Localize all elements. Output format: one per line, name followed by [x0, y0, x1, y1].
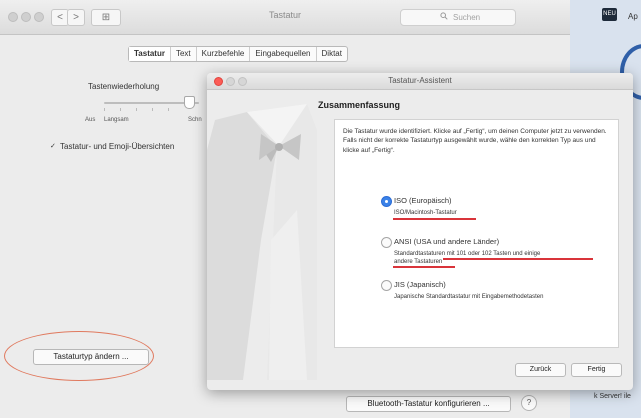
search-icon [440, 10, 448, 25]
annotation-underline [393, 218, 476, 220]
slider-tick [120, 108, 121, 111]
search-input[interactable]: Suchen [400, 9, 516, 26]
slider-label-off: Aus [85, 117, 96, 123]
emoji-checkbox-label: Tastatur- und Emoji-Übersichten [60, 142, 175, 151]
key-repeat-slider-knob[interactable] [184, 96, 195, 109]
background-badge: NEU [602, 8, 617, 21]
slider-tick [168, 108, 169, 111]
radio-jis[interactable] [381, 280, 392, 291]
search-placeholder: Suchen [453, 13, 481, 22]
summary-heading: Zusammenfassung [318, 100, 401, 110]
intro-text: Die Tastatur wurde identifiziert. Klicke… [343, 128, 607, 154]
tab-kurzbefehle[interactable]: Kurzbefehle [197, 47, 251, 61]
tab-tastatur[interactable]: Tastatur [129, 47, 171, 61]
slider-label-fast: Schn [188, 117, 202, 123]
tab-text[interactable]: Text [171, 47, 197, 61]
slider-label-slow: Langsam [104, 117, 129, 123]
option-iso-desc: ISO/Macintosh-Tastatur [394, 210, 457, 216]
option-ansi-desc: Standardtastaturen mit 101 oder 102 Tast… [394, 251, 541, 257]
assistant-titlebar: Tastatur-Assistent [207, 73, 633, 90]
annotation-circle [4, 331, 154, 381]
annotation-underline [393, 266, 455, 268]
tab-eingabequellen[interactable]: Eingabequellen [250, 47, 317, 61]
key-repeat-label: Tastenwiederholung [88, 82, 160, 91]
slider-tick [136, 108, 137, 111]
option-jis-desc: Japanische Standardtastatur mit Eingabem… [394, 294, 544, 300]
radio-iso[interactable] [381, 196, 392, 207]
background-bottom-text: k Server! ile [594, 393, 631, 400]
radio-ansi[interactable] [381, 237, 392, 248]
checkmark-icon[interactable]: ✓ [50, 143, 57, 150]
tab-diktat[interactable]: Diktat [317, 47, 347, 61]
assistant-title: Tastatur-Assistent [388, 76, 452, 85]
preference-tabs: Tastatur Text Kurzbefehle Eingabequellen… [128, 46, 348, 62]
slider-tick [152, 108, 153, 111]
annotation-underline [443, 258, 593, 260]
bluetooth-keyboard-button[interactable]: Bluetooth-Tastatur konfigurieren ... [346, 396, 511, 412]
help-button[interactable]: ? [521, 395, 537, 411]
summary-content-box: Die Tastatur wurde identifiziert. Klicke… [334, 119, 619, 348]
back-button[interactable]: Zurück [515, 363, 566, 377]
main-titlebar: < > ⊞ Tastatur Suchen [0, 0, 570, 35]
done-button[interactable]: Fertig [571, 363, 622, 377]
background-text: Ap [628, 12, 638, 21]
option-jis-title: JIS (Japanisch) [394, 280, 446, 289]
keyboard-assistant-dialog: Tastatur-Assistent Zusammenfassung Die T… [207, 73, 633, 390]
option-ansi-title: ANSI (USA und andere Länder) [394, 237, 500, 246]
option-iso-title: ISO (Europäisch) [394, 196, 452, 205]
option-ansi-desc-line2: andere Tastaturen [394, 259, 443, 265]
tuxedo-illustration [207, 104, 317, 380]
slider-tick [104, 108, 105, 111]
